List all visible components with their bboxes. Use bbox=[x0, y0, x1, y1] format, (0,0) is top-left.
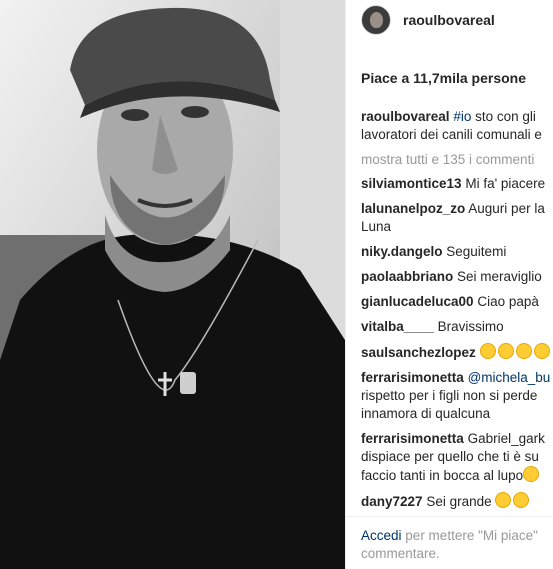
emoji-kiss-icon bbox=[533, 343, 550, 359]
likes-count[interactable]: Piace a 11,7mila persone bbox=[361, 70, 526, 86]
comment-text: Sei grande bbox=[426, 494, 492, 509]
list-item: ferrarisimonetta Gabriel_gark dispiace p… bbox=[361, 430, 553, 485]
comment-username[interactable]: ferrarisimonetta bbox=[361, 370, 464, 385]
comment-username[interactable]: paolaabbriano bbox=[361, 269, 453, 284]
emoji-kiss-icon bbox=[513, 492, 530, 508]
list-item: ferrarisimonetta @michela_bu rispetto pe… bbox=[361, 369, 553, 423]
comment-username[interactable]: saulsanchezlopez bbox=[361, 345, 476, 360]
comment-text: Seguitemi bbox=[446, 244, 507, 259]
show-all-comments-link[interactable]: mostra tutti e 135 i commenti bbox=[361, 151, 553, 169]
comment-text: Bravissimo bbox=[437, 319, 504, 334]
caption-text-2: lavoratori dei canili comunali e bbox=[361, 127, 542, 142]
comment-mention[interactable]: @michela_bu bbox=[468, 370, 551, 385]
login-prompt-text: commentare. bbox=[361, 546, 440, 561]
list-item: silviamontice13 Mi fa' piacere bbox=[361, 175, 553, 193]
comments-list: raoulbovareal #io sto con gli lavoratori… bbox=[361, 108, 553, 518]
comment-username[interactable]: vitalba____ bbox=[361, 319, 434, 334]
comment-username[interactable]: ferrarisimonetta bbox=[361, 431, 464, 446]
comment-username[interactable]: niky.dangelo bbox=[361, 244, 443, 259]
comment-text: innamora di qualcuna bbox=[361, 406, 491, 421]
comment-username[interactable]: silviamontice13 bbox=[361, 176, 462, 191]
emoji-kiss-icon bbox=[523, 466, 540, 482]
post-photo[interactable] bbox=[0, 0, 345, 569]
username-link[interactable]: raoulbovareal bbox=[403, 12, 495, 28]
portrait-image bbox=[0, 0, 345, 569]
avatar[interactable] bbox=[361, 5, 391, 35]
comment-text: Auguri per la bbox=[468, 201, 545, 216]
list-item: saulsanchezlopez bbox=[361, 343, 553, 362]
emoji-kiss-icon bbox=[479, 343, 496, 359]
emoji-kiss-icon bbox=[495, 492, 512, 508]
list-item: gianlucadeluca00 Ciao papà bbox=[361, 293, 553, 311]
caption: raoulbovareal #io sto con gli lavoratori… bbox=[361, 108, 553, 144]
comment-text: Sei meraviglio bbox=[457, 269, 542, 284]
emoji-kiss-icon bbox=[497, 343, 514, 359]
comment-text: dispiace per quello che ti è su bbox=[361, 449, 539, 464]
login-prompt: Accedi per mettere "Mi piace" commentare… bbox=[346, 516, 553, 569]
comment-text: Gabriel_gark bbox=[467, 431, 545, 446]
list-item: paolaabbriano Sei meraviglio bbox=[361, 268, 553, 286]
list-item: lalunanelpoz_zo Auguri per la Luna bbox=[361, 200, 553, 236]
login-prompt-text: per mettere "Mi piace" bbox=[405, 528, 538, 543]
list-item: niky.dangelo Seguitemi bbox=[361, 243, 553, 261]
comment-username[interactable]: dany7227 bbox=[361, 494, 423, 509]
comment-text: Luna bbox=[361, 219, 392, 234]
post-sidebar: raoulbovareal Piace a 11,7mila persone r… bbox=[345, 0, 553, 569]
comment-text: Ciao papà bbox=[477, 294, 539, 309]
caption-text-1: sto con gli bbox=[475, 109, 536, 124]
comment-username[interactable]: gianlucadeluca00 bbox=[361, 294, 474, 309]
login-link[interactable]: Accedi bbox=[361, 528, 402, 543]
caption-username[interactable]: raoulbovareal bbox=[361, 109, 450, 124]
comment-text: Mi fa' piacere bbox=[465, 176, 546, 191]
comment-text: rispetto per i figli non si perde bbox=[361, 388, 538, 403]
post-header: raoulbovareal bbox=[361, 0, 553, 40]
caption-hashtag[interactable]: #io bbox=[453, 109, 471, 124]
emoji-kiss-icon bbox=[515, 343, 532, 359]
comment-username[interactable]: lalunanelpoz_zo bbox=[361, 201, 465, 216]
comment-text: faccio tanti in bocca al lupo bbox=[361, 468, 524, 483]
list-item: vitalba____ Bravissimo bbox=[361, 318, 553, 336]
list-item: dany7227 Sei grande bbox=[361, 492, 553, 511]
